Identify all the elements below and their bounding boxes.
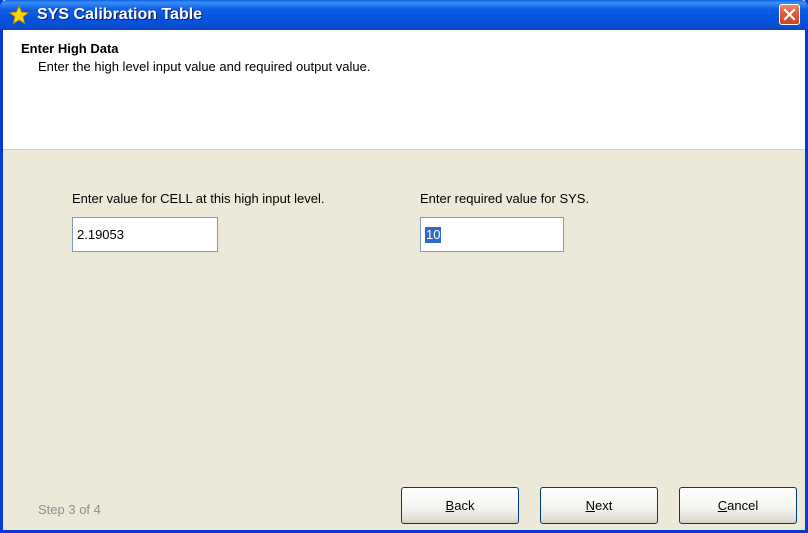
page-title: Enter High Data bbox=[21, 41, 119, 56]
back-accel: B bbox=[445, 498, 455, 513]
title-bar[interactable]: SYS Calibration Table bbox=[0, 0, 808, 30]
cell-value-input[interactable]: 2.19053 bbox=[72, 217, 218, 252]
next-accel: N bbox=[585, 498, 596, 513]
sys-value-label: Enter required value for SYS. bbox=[420, 191, 590, 206]
sys-value-text: 10 bbox=[425, 227, 442, 243]
page-subtitle: Enter the high level input value and req… bbox=[38, 59, 371, 74]
cancel-button[interactable]: Cancel bbox=[679, 487, 797, 524]
step-indicator: Step 3 of 4 bbox=[38, 502, 101, 517]
back-button[interactable]: Back bbox=[401, 487, 519, 524]
cell-value-text: 2.19053 bbox=[77, 227, 124, 242]
cell-value-label: Enter value for CELL at this high input … bbox=[72, 191, 325, 206]
header-panel: Enter High Data Enter the high level inp… bbox=[3, 30, 805, 150]
cancel-label: ancel bbox=[727, 498, 759, 513]
sys-value-input[interactable]: 10 bbox=[420, 217, 564, 252]
wizard-window: SYS Calibration Table Enter High Data En… bbox=[0, 0, 808, 533]
next-button[interactable]: Next bbox=[540, 487, 658, 524]
star-icon bbox=[9, 5, 29, 25]
back-label: ack bbox=[454, 498, 475, 513]
close-button[interactable] bbox=[779, 4, 800, 25]
next-label: ext bbox=[595, 498, 613, 513]
cancel-accel: C bbox=[717, 498, 728, 513]
window-title: SYS Calibration Table bbox=[37, 6, 203, 23]
close-icon bbox=[783, 8, 796, 21]
